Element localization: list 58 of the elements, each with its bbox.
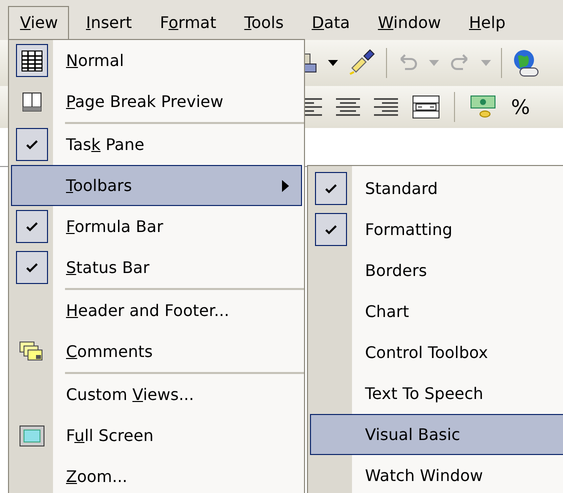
menu-bar-item[interactable]: Help — [457, 6, 516, 38]
menu-item[interactable]: Full Screen — [11, 415, 302, 456]
menu-item-label: Visual Basic — [365, 425, 460, 444]
menu-item[interactable]: Task Pane — [11, 124, 302, 165]
menu-item-label: Normal — [66, 51, 124, 70]
menu-item[interactable]: Text To Speech — [310, 373, 563, 414]
menu-item[interactable]: Watch Window — [310, 455, 563, 493]
menu-bar-item[interactable]: Insert — [74, 6, 143, 38]
menu-item[interactable]: Toolbars — [11, 165, 302, 206]
check-icon — [325, 224, 337, 234]
menu-item[interactable]: Zoom... — [11, 456, 302, 493]
menu-item[interactable]: Normal — [11, 40, 302, 81]
menu-bar-item[interactable]: Tools — [232, 6, 295, 38]
percent-style-button[interactable]: % — [511, 95, 530, 119]
menu-item-label: Formatting — [365, 220, 452, 239]
menu-item-label: Text To Speech — [365, 384, 484, 403]
menu-item[interactable]: Header and Footer... — [11, 290, 302, 331]
menu-bar-item[interactable]: Format — [148, 6, 228, 38]
menu-item[interactable]: Visual Basic — [310, 414, 563, 455]
menu-item-label: Control Toolbox — [365, 343, 488, 362]
check-icon — [26, 140, 38, 150]
menu-bar-item[interactable]: View — [8, 6, 69, 42]
menu-bar-item[interactable]: Data — [300, 6, 361, 38]
menu-item[interactable]: Status Bar — [11, 247, 302, 288]
menu-item-label: Formula Bar — [66, 217, 164, 236]
menu-item-label: Chart — [365, 302, 409, 321]
merge-cells-icon[interactable] — [412, 95, 440, 119]
submenu-arrow-icon — [282, 180, 289, 192]
currency-icon[interactable] — [469, 94, 497, 120]
menu-item-label: Standard — [365, 179, 438, 198]
menu-item-label: Zoom... — [66, 467, 128, 486]
check-icon — [26, 262, 38, 272]
menu-item[interactable]: Formula Bar — [11, 206, 302, 247]
menu-item-label: Watch Window — [365, 466, 483, 485]
align-center-icon[interactable] — [336, 98, 360, 116]
dropdown-caret-icon[interactable] — [328, 60, 338, 66]
check-icon — [26, 222, 38, 232]
menu-item-label: Status Bar — [66, 258, 150, 277]
menu-item[interactable]: Formatting — [310, 209, 563, 250]
check-icon — [325, 184, 337, 194]
menu-item-label: Custom Views... — [66, 385, 194, 404]
menu-item[interactable]: Page Break Preview — [11, 81, 302, 122]
menu-item[interactable]: Standard — [310, 168, 563, 209]
menu-item[interactable]: Borders — [310, 250, 563, 291]
menu-bar-item[interactable]: Window — [366, 6, 452, 38]
menu-item-label: Task Pane — [66, 135, 144, 154]
menu-item-label: Borders — [365, 261, 427, 280]
menu-item-label: Toolbars — [66, 176, 132, 195]
menu-item-label: Comments — [66, 342, 153, 361]
globe-icon[interactable] — [512, 48, 540, 78]
menu-item[interactable]: Custom Views... — [11, 374, 302, 415]
menu-item-label: Header and Footer... — [66, 301, 230, 320]
menu-item[interactable]: Comments — [11, 331, 302, 372]
menu-item[interactable]: Chart — [310, 291, 563, 332]
menu-item-label: Full Screen — [66, 426, 154, 445]
menu-item[interactable]: Control Toolbox — [310, 332, 563, 373]
align-right-icon[interactable] — [374, 98, 398, 116]
menu-item-label: Page Break Preview — [66, 92, 224, 111]
